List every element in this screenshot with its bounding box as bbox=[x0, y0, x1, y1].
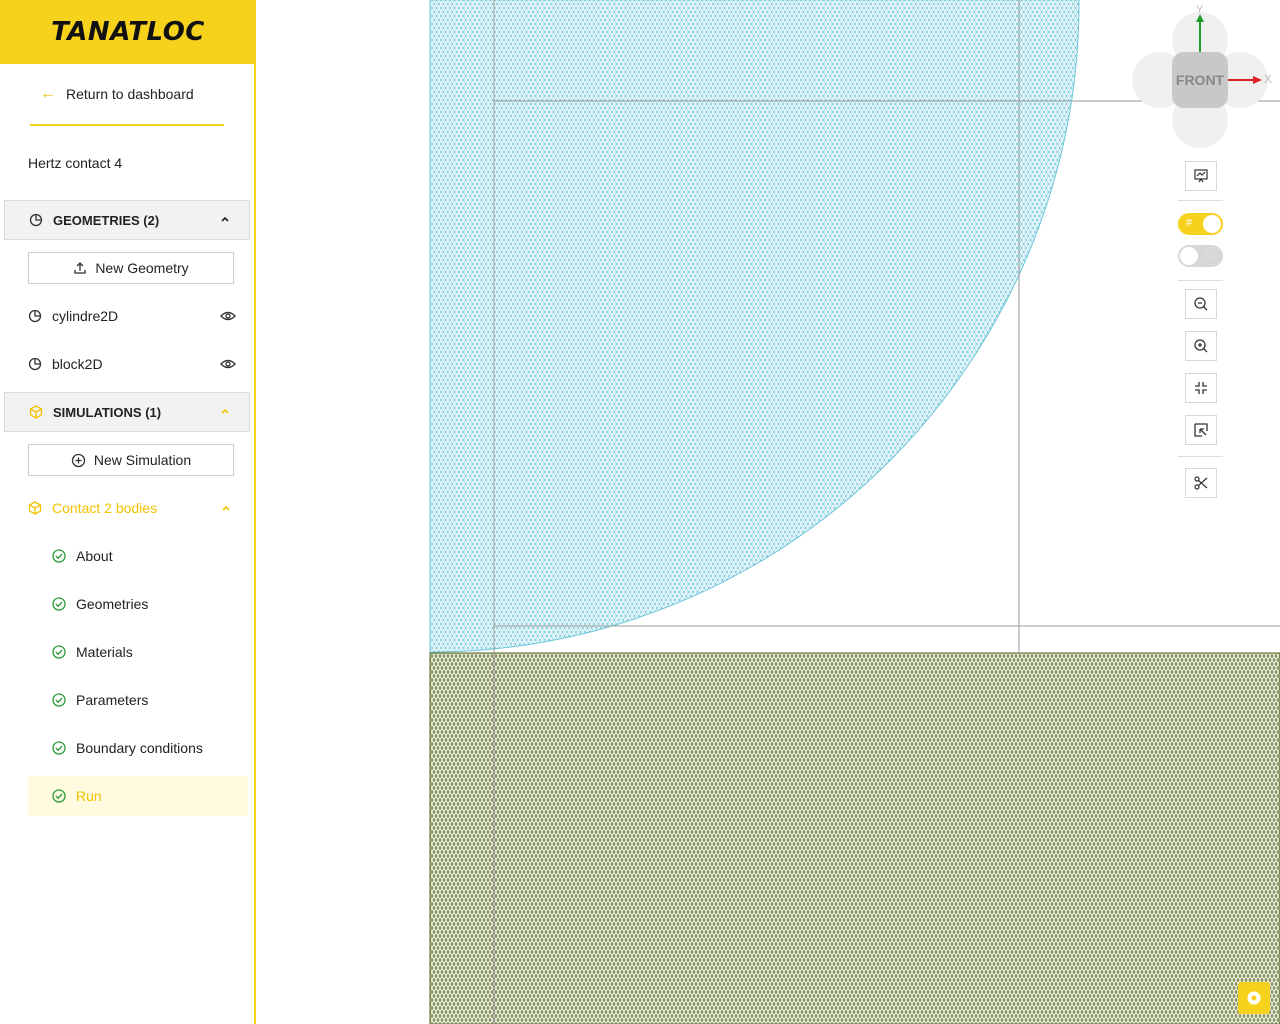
block2d-mesh bbox=[429, 652, 1280, 1024]
zoom-to-selection-button[interactable] bbox=[1185, 415, 1217, 445]
presentation-chart-icon bbox=[1194, 169, 1208, 183]
cut-plane-button[interactable] bbox=[1185, 468, 1217, 498]
help-button[interactable] bbox=[1238, 982, 1270, 1014]
toggle-knob bbox=[1203, 215, 1221, 233]
zoom-out-icon bbox=[1194, 297, 1208, 311]
screenshot-button[interactable] bbox=[1185, 161, 1217, 191]
result-toggle[interactable]: □ bbox=[1178, 245, 1223, 267]
zoom-in-button[interactable] bbox=[1185, 331, 1217, 361]
zoom-in-icon bbox=[1194, 339, 1208, 353]
toolbar-separator bbox=[1178, 200, 1223, 201]
grid-toggle[interactable]: # bbox=[1178, 213, 1223, 235]
file-icon: □ bbox=[1205, 249, 1212, 261]
zoom-out-button[interactable] bbox=[1185, 289, 1217, 319]
compress-icon bbox=[1195, 382, 1207, 394]
toolbar-separator bbox=[1178, 280, 1223, 281]
front-view-cube[interactable]: FRONT bbox=[1172, 52, 1228, 108]
mesh-viewer-canvas[interactable] bbox=[0, 0, 1280, 1024]
scissors-icon bbox=[1194, 476, 1208, 490]
y-axis-label: Y bbox=[1196, 4, 1204, 16]
fit-view-button[interactable] bbox=[1185, 373, 1217, 403]
x-axis-label: X bbox=[1264, 72, 1273, 86]
cylindre2d-mesh bbox=[429, 0, 1080, 653]
grid-icon: # bbox=[1186, 217, 1193, 229]
toolbar-separator bbox=[1178, 456, 1223, 457]
toggle-knob bbox=[1180, 247, 1198, 265]
view-label: FRONT bbox=[1175, 72, 1225, 88]
select-area-icon bbox=[1194, 423, 1208, 437]
help-icon bbox=[1247, 991, 1261, 1005]
